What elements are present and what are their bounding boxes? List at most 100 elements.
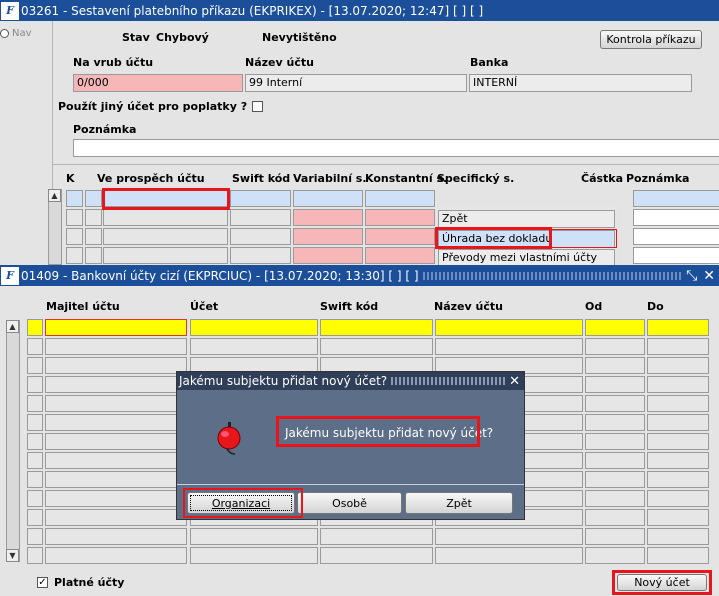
row3-k[interactable] xyxy=(66,228,83,245)
row4-flag[interactable] xyxy=(85,247,102,264)
acct-row-flag[interactable] xyxy=(27,433,43,450)
acct-row-flag[interactable] xyxy=(27,528,43,545)
acct-row-flag[interactable] xyxy=(27,452,43,469)
row2-poznamka[interactable] xyxy=(633,209,719,226)
row1-ve-prospech[interactable] xyxy=(103,190,228,207)
row4-konstantni[interactable] xyxy=(365,247,435,264)
row1-konstantni[interactable] xyxy=(365,190,435,207)
acct-row-od[interactable] xyxy=(585,509,645,526)
row4-ve-prospech[interactable] xyxy=(103,247,228,264)
top-scroll-up-icon[interactable]: ▲ xyxy=(48,189,61,202)
acct-row-ucet[interactable] xyxy=(190,528,318,545)
acct-row-majitel[interactable] xyxy=(45,490,187,507)
acct-row-flag[interactable] xyxy=(27,338,43,355)
menu-item-zpet[interactable]: Zpět xyxy=(438,210,615,228)
acct-row1-swift[interactable] xyxy=(320,319,433,336)
acct-row-do[interactable] xyxy=(647,357,709,374)
row3-konstantni[interactable] xyxy=(365,228,435,245)
row3-flag[interactable] xyxy=(85,228,102,245)
acct-row-do[interactable] xyxy=(647,452,709,469)
acct-row-od[interactable] xyxy=(585,452,645,469)
nav-radio[interactable]: Nav xyxy=(0,28,32,39)
row4-poznamka[interactable] xyxy=(633,247,719,264)
acct-row-od[interactable] xyxy=(585,338,645,355)
row3-ve-prospech[interactable] xyxy=(103,228,228,245)
row2-k[interactable] xyxy=(66,209,83,226)
osobe-button[interactable]: Osobě xyxy=(297,492,402,514)
acct-row-od[interactable] xyxy=(585,395,645,412)
acct-row-flag[interactable] xyxy=(27,376,43,393)
acct-row-swift[interactable] xyxy=(320,528,433,545)
acct-row-od[interactable] xyxy=(585,490,645,507)
row4-swift[interactable] xyxy=(230,247,291,264)
row1-swift[interactable] xyxy=(230,190,291,207)
acct-row-flag[interactable] xyxy=(27,414,43,431)
acct-row-swift[interactable] xyxy=(320,338,433,355)
banka-field[interactable]: INTERNÍ xyxy=(469,74,692,92)
acct-row-majitel[interactable] xyxy=(45,509,187,526)
acct-row-majitel[interactable] xyxy=(45,471,187,488)
platne-ucty-checkbox[interactable]: ✓ xyxy=(37,577,48,588)
nazev-uctu-field[interactable]: 99 Interní xyxy=(245,74,467,92)
acct-row-flag[interactable] xyxy=(27,471,43,488)
acct-row1-flag[interactable] xyxy=(27,319,43,336)
acct-row-majitel[interactable] xyxy=(45,547,187,564)
acct-row-od[interactable] xyxy=(585,376,645,393)
acct-row-od[interactable] xyxy=(585,414,645,431)
pouzit-ucet-checkbox[interactable] xyxy=(252,101,264,112)
row1-k[interactable] xyxy=(66,190,83,207)
acct-row-do[interactable] xyxy=(647,376,709,393)
row2-swift[interactable] xyxy=(230,209,291,226)
row4-k[interactable] xyxy=(66,247,83,264)
acct-row-do[interactable] xyxy=(647,395,709,412)
acct-row1-nazev[interactable] xyxy=(435,319,583,336)
acct-row-ucet[interactable] xyxy=(190,338,318,355)
second-scroll-up-icon[interactable]: ▲ xyxy=(6,320,19,333)
acct-row-do[interactable] xyxy=(647,471,709,488)
acct-row-flag[interactable] xyxy=(27,547,43,564)
acct-row-do[interactable] xyxy=(647,509,709,526)
row3-poznamka[interactable] xyxy=(633,228,719,245)
acct-row-do[interactable] xyxy=(647,414,709,431)
row3-swift[interactable] xyxy=(230,228,291,245)
row2-flag[interactable] xyxy=(85,209,102,226)
kontrola-prikazu-button[interactable]: Kontrola příkazu xyxy=(600,30,702,49)
row1-flag[interactable] xyxy=(85,190,102,207)
poznamka-field[interactable] xyxy=(73,139,719,157)
acct-row-majitel[interactable] xyxy=(45,338,187,355)
acct-row-od[interactable] xyxy=(585,547,645,564)
acct-row-do[interactable] xyxy=(647,433,709,450)
acct-row1-do[interactable] xyxy=(647,319,709,336)
dialog-close-icon[interactable]: ✕ xyxy=(509,374,520,389)
acct-row-do[interactable] xyxy=(647,528,709,545)
acct-row-do[interactable] xyxy=(647,547,709,564)
acct-row-majitel[interactable] xyxy=(45,528,187,545)
acct-row-nazev[interactable] xyxy=(435,528,583,545)
restore-icon[interactable]: ⤡ xyxy=(686,268,697,284)
row1-poznamka[interactable] xyxy=(633,190,719,207)
second-scroll-down-icon[interactable]: ▼ xyxy=(6,549,19,562)
close-icon[interactable]: ✕ xyxy=(703,268,715,284)
acct-row-flag[interactable] xyxy=(27,395,43,412)
acct-row-swift[interactable] xyxy=(320,547,433,564)
acct-row-majitel[interactable] xyxy=(45,357,187,374)
na-vrub-field[interactable]: 0/000 xyxy=(73,74,243,92)
novy-ucet-button[interactable]: Nový účet xyxy=(617,574,707,591)
acct-row1-od[interactable] xyxy=(585,319,645,336)
row1-variabilni[interactable] xyxy=(293,190,363,207)
row2-konstantni[interactable] xyxy=(365,209,435,226)
acct-row1-ucet[interactable] xyxy=(190,319,318,336)
acct-row-do[interactable] xyxy=(647,338,709,355)
acct-row-od[interactable] xyxy=(585,433,645,450)
row3-variabilni[interactable] xyxy=(293,228,363,245)
acct-row-flag[interactable] xyxy=(27,357,43,374)
acct-row-od[interactable] xyxy=(585,471,645,488)
acct-row-majitel[interactable] xyxy=(45,414,187,431)
acct-row-do[interactable] xyxy=(647,490,709,507)
acct-row-ucet[interactable] xyxy=(190,547,318,564)
acct-row-nazev[interactable] xyxy=(435,338,583,355)
second-grid-scrollbar[interactable] xyxy=(6,320,20,562)
acct-row-flag[interactable] xyxy=(27,509,43,526)
row2-variabilni[interactable] xyxy=(293,209,363,226)
acct-row1-majitel[interactable] xyxy=(45,319,187,336)
